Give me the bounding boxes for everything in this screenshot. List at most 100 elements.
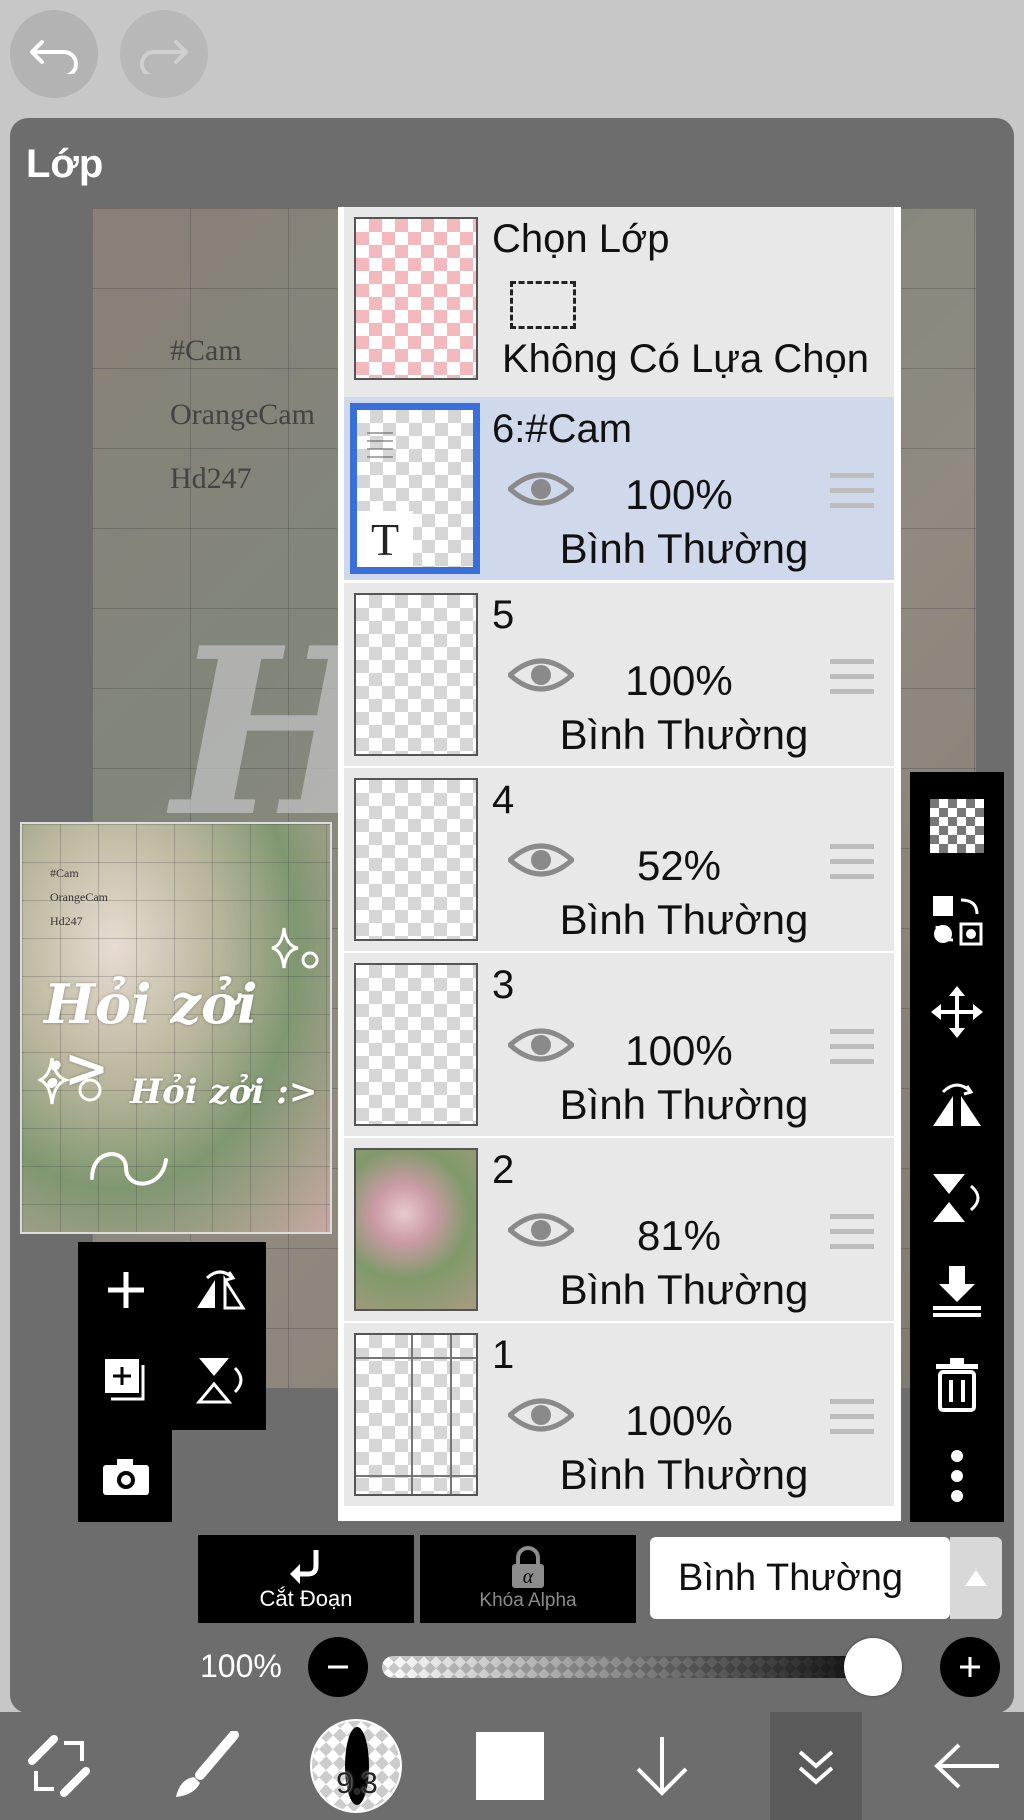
undo-button[interactable] bbox=[10, 10, 98, 98]
add-layer-button[interactable] bbox=[86, 1250, 166, 1330]
canvas-preview[interactable]: #Cam OrangeCam Hd247 Hỏi zởi :> Hỏi zởi … bbox=[20, 822, 332, 1234]
transparency-button[interactable] bbox=[910, 786, 1004, 866]
layer-opacity: 81% bbox=[636, 1212, 722, 1259]
arrow-down-icon bbox=[636, 1737, 688, 1796]
layers-panel-button[interactable] bbox=[770, 1712, 862, 1820]
squiggle-icon bbox=[90, 1152, 168, 1186]
convert-layer-button[interactable] bbox=[910, 880, 1004, 960]
merge-down-button[interactable] bbox=[910, 1250, 1004, 1330]
sparkle-icon bbox=[38, 1057, 102, 1105]
layer-row[interactable]: 4 52% Bình Thường bbox=[344, 768, 894, 951]
layer-thumbnail bbox=[354, 1333, 478, 1496]
redo-icon bbox=[140, 40, 188, 74]
layer-row[interactable]: 3 100% Bình Thường bbox=[344, 953, 894, 1136]
layer-thumbnail bbox=[354, 778, 478, 941]
layer-name: 2 bbox=[492, 1148, 515, 1192]
layer-row[interactable]: 1 100% Bình Thường bbox=[344, 1323, 894, 1506]
alpha-lock-icon: α bbox=[512, 1546, 544, 1588]
delete-layer-button[interactable] bbox=[910, 1344, 1004, 1424]
plus-icon bbox=[960, 1657, 980, 1677]
layer-name: 6:#Cam bbox=[492, 407, 633, 451]
transform-eraser-icon bbox=[28, 1735, 90, 1797]
selection-layer-title: Chọn Lớp bbox=[492, 217, 670, 261]
drag-handle-icon[interactable] bbox=[830, 659, 874, 695]
layer-opacity: 100% bbox=[625, 657, 733, 704]
move-button[interactable] bbox=[910, 972, 1004, 1052]
camera-button[interactable] bbox=[86, 1436, 166, 1516]
more-options-button[interactable] bbox=[910, 1436, 1004, 1516]
checkerboard-icon bbox=[930, 799, 984, 853]
preview-text-line: OrangeCam bbox=[50, 890, 108, 904]
clipping-label: Cắt Đoạn bbox=[259, 1586, 353, 1611]
panel-title: Lớp bbox=[26, 142, 104, 186]
blend-mode-select[interactable]: Bình Thường bbox=[650, 1537, 950, 1619]
clipping-arrow-icon bbox=[290, 1550, 319, 1584]
duplicate-layer-button[interactable] bbox=[86, 1340, 166, 1420]
drag-handle-icon[interactable] bbox=[830, 844, 874, 880]
arrow-left-icon bbox=[934, 1743, 999, 1789]
layer-blend-mode: Bình Thường bbox=[559, 711, 809, 758]
clipping-button[interactable]: Cắt Đoạn bbox=[198, 1535, 414, 1623]
more-vertical-icon bbox=[951, 1450, 963, 1502]
layer-thumbnail bbox=[354, 1148, 478, 1311]
flip-horizontal-button[interactable] bbox=[180, 1250, 260, 1330]
drag-handle-icon[interactable] bbox=[830, 473, 874, 509]
sparkle-icon bbox=[271, 927, 319, 969]
transform-tool-button[interactable] bbox=[14, 1712, 104, 1820]
preview-text-line: #Cam bbox=[50, 866, 79, 880]
selection-layer-row[interactable]: Chọn Lớp Không Có Lựa Chọn bbox=[344, 207, 894, 397]
flip-vertical-icon bbox=[933, 1174, 980, 1222]
color-button[interactable] bbox=[468, 1712, 552, 1820]
selection-status: Không Có Lựa Chọn bbox=[502, 337, 870, 381]
drag-handle-icon[interactable] bbox=[830, 1029, 874, 1065]
visibility-eye-icon[interactable] bbox=[508, 1210, 574, 1250]
drag-handle-icon[interactable] bbox=[830, 1214, 874, 1250]
visibility-eye-icon[interactable] bbox=[508, 840, 574, 880]
back-button[interactable] bbox=[920, 1712, 1016, 1820]
selection-layer-thumbnail bbox=[354, 217, 478, 380]
trash-icon bbox=[936, 1358, 978, 1412]
layer-name: 4 bbox=[492, 778, 515, 822]
drag-handle-icon[interactable] bbox=[830, 1399, 874, 1435]
layer-name: 5 bbox=[492, 593, 515, 637]
layer-opacity: 52% bbox=[636, 842, 722, 889]
layer-row[interactable]: 5 100% Bình Thường bbox=[344, 583, 894, 766]
svg-text:α: α bbox=[523, 1566, 534, 1588]
swap-layers-icon bbox=[933, 896, 983, 946]
alpha-lock-button[interactable]: α Khóa Alpha bbox=[420, 1535, 636, 1623]
alpha-lock-label: Khóa Alpha bbox=[479, 1590, 577, 1611]
visibility-eye-icon[interactable] bbox=[508, 469, 574, 509]
visibility-eye-icon[interactable] bbox=[508, 1395, 574, 1435]
merge-down-icon bbox=[933, 1266, 981, 1317]
layer-row[interactable]: 2 81% Bình Thường bbox=[344, 1138, 894, 1321]
flip-vertical-icon bbox=[195, 1358, 243, 1404]
layer-name: 1 bbox=[492, 1333, 515, 1377]
brush-preview: 9.3 bbox=[310, 1719, 402, 1813]
layer-opacity: 100% bbox=[625, 1027, 733, 1074]
flip-vertical-button[interactable] bbox=[180, 1340, 260, 1420]
move-icon bbox=[931, 986, 983, 1038]
layer-blend-mode: Bình Thường bbox=[559, 1451, 809, 1498]
layer-opacity: 100% bbox=[625, 471, 733, 518]
visibility-eye-icon[interactable] bbox=[508, 1025, 574, 1065]
layer-down-button[interactable] bbox=[620, 1712, 704, 1820]
opacity-slider-thumb[interactable] bbox=[844, 1638, 902, 1696]
flip-horizontal-layer-button[interactable] bbox=[910, 1064, 1004, 1144]
layer-row[interactable]: T 6:#Cam 100% Bình Thường bbox=[344, 397, 894, 580]
minus-icon bbox=[328, 1665, 348, 1669]
visibility-eye-icon[interactable] bbox=[508, 655, 574, 695]
opacity-decrease-button[interactable] bbox=[308, 1637, 368, 1697]
text-layer-icon: T bbox=[357, 511, 413, 567]
chevron-double-down-icon bbox=[798, 1750, 834, 1785]
opacity-increase-button[interactable] bbox=[940, 1637, 1000, 1697]
flip-horizontal-icon bbox=[933, 1083, 981, 1126]
blend-mode-dropdown-button[interactable] bbox=[950, 1537, 1002, 1619]
brush-tool-button[interactable] bbox=[160, 1712, 250, 1820]
brush-size-button[interactable]: 9.3 bbox=[310, 1712, 402, 1820]
camera-icon bbox=[103, 1459, 149, 1495]
redo-button[interactable] bbox=[120, 10, 208, 98]
preview-text-line: Hd247 bbox=[50, 914, 83, 928]
layers-list: Chọn Lớp Không Có Lựa Chọn T 6:#Cam 100%… bbox=[338, 207, 901, 1521]
flip-vertical-layer-button[interactable] bbox=[910, 1158, 1004, 1238]
brush-size-value: 9.3 bbox=[336, 1767, 378, 1800]
